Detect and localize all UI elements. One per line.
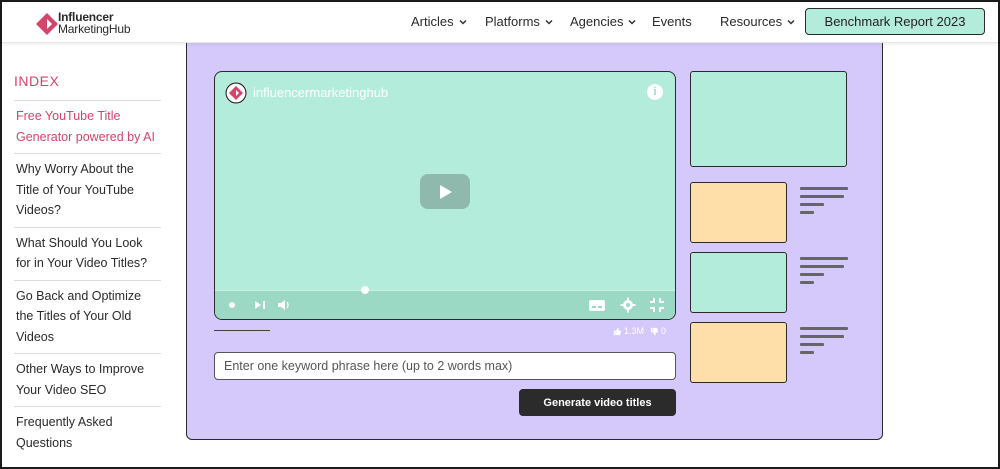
site-header: Influencer MarketingHub Articles Platfor… xyxy=(2,2,998,43)
text-placeholder-2 xyxy=(800,257,848,289)
video-rating: 1.3M 0 xyxy=(613,326,666,336)
nav-articles-label: Articles xyxy=(411,14,454,29)
skip-next-icon[interactable] xyxy=(253,297,267,313)
thumbnail-3 xyxy=(690,322,787,383)
nav-articles[interactable]: Articles xyxy=(411,14,469,29)
text-placeholder-1 xyxy=(800,187,848,219)
channel-avatar xyxy=(225,82,247,104)
sidebar-item-why-worry[interactable]: Why Worry About the Title of Your YouTub… xyxy=(14,154,161,228)
nav-resources-label: Resources xyxy=(720,14,783,29)
sidebar-item-optimize-old-titles[interactable]: Go Back and Optimize the Titles of Your … xyxy=(14,281,161,354)
video-player[interactable]: influencermarketinghub i xyxy=(214,71,676,320)
sidebar-item-what-to-look-for[interactable]: What Should You Look for in Your Video T… xyxy=(14,228,161,281)
thumbs-down-icon[interactable] xyxy=(650,327,659,336)
sidebar-item-faq[interactable]: Frequently Asked Questions xyxy=(14,407,161,459)
nav-platforms-label: Platforms xyxy=(485,14,540,29)
thumbnail-2 xyxy=(690,252,787,313)
fullscreen-exit-icon[interactable] xyxy=(649,297,665,313)
benchmark-report-button[interactable]: Benchmark Report 2023 xyxy=(805,8,985,35)
logo-mark-icon xyxy=(36,13,58,35)
chevron-down-icon xyxy=(545,19,553,25)
thumbnail-large xyxy=(690,71,847,167)
generate-video-titles-button[interactable]: Generate video titles xyxy=(519,389,676,416)
captions-icon[interactable] xyxy=(588,297,606,313)
likes-count: 1.3M xyxy=(624,326,645,336)
logo-line-2: MarketingHub xyxy=(58,22,131,36)
dislikes-count: 0 xyxy=(661,326,667,336)
thumbnail-1 xyxy=(690,182,787,243)
video-controls xyxy=(215,286,675,319)
video-channel-name[interactable]: influencermarketinghub xyxy=(253,85,388,100)
title-generator-panel: influencermarketinghub i 1.3M 0 Enter on… xyxy=(186,42,883,440)
nav-agencies-label: Agencies xyxy=(570,14,624,29)
nav-platforms[interactable]: Platforms xyxy=(485,14,555,29)
chevron-down-icon xyxy=(787,19,795,25)
title-underline xyxy=(214,330,270,331)
index-sidebar: INDEX Free YouTube Title Generator power… xyxy=(14,72,161,459)
chevron-down-icon xyxy=(459,19,467,25)
progress-track[interactable] xyxy=(215,290,675,291)
play-small-icon[interactable] xyxy=(227,297,237,313)
keyword-input[interactable] xyxy=(214,352,676,380)
play-icon xyxy=(440,184,452,199)
sidebar-item-video-seo[interactable]: Other Ways to Improve Your Video SEO xyxy=(14,354,161,407)
nav-events[interactable]: Events xyxy=(652,14,692,29)
progress-scrubber[interactable] xyxy=(361,286,369,294)
nav-agencies[interactable]: Agencies xyxy=(570,14,638,29)
index-title: INDEX xyxy=(14,72,161,101)
channel-logo-icon xyxy=(225,82,247,104)
chevron-down-icon xyxy=(628,19,637,25)
text-placeholder-3 xyxy=(800,327,848,359)
nav-resources[interactable]: Resources xyxy=(720,14,797,29)
gear-icon[interactable] xyxy=(620,297,636,313)
play-button[interactable] xyxy=(420,174,470,209)
sidebar-item-free-youtube-title-generator[interactable]: Free YouTube Title Generator powered by … xyxy=(14,101,161,154)
thumbs-up-icon[interactable] xyxy=(613,326,622,336)
volume-icon[interactable] xyxy=(277,297,291,313)
info-icon[interactable]: i xyxy=(647,84,663,100)
nav-events-label: Events xyxy=(652,14,692,29)
